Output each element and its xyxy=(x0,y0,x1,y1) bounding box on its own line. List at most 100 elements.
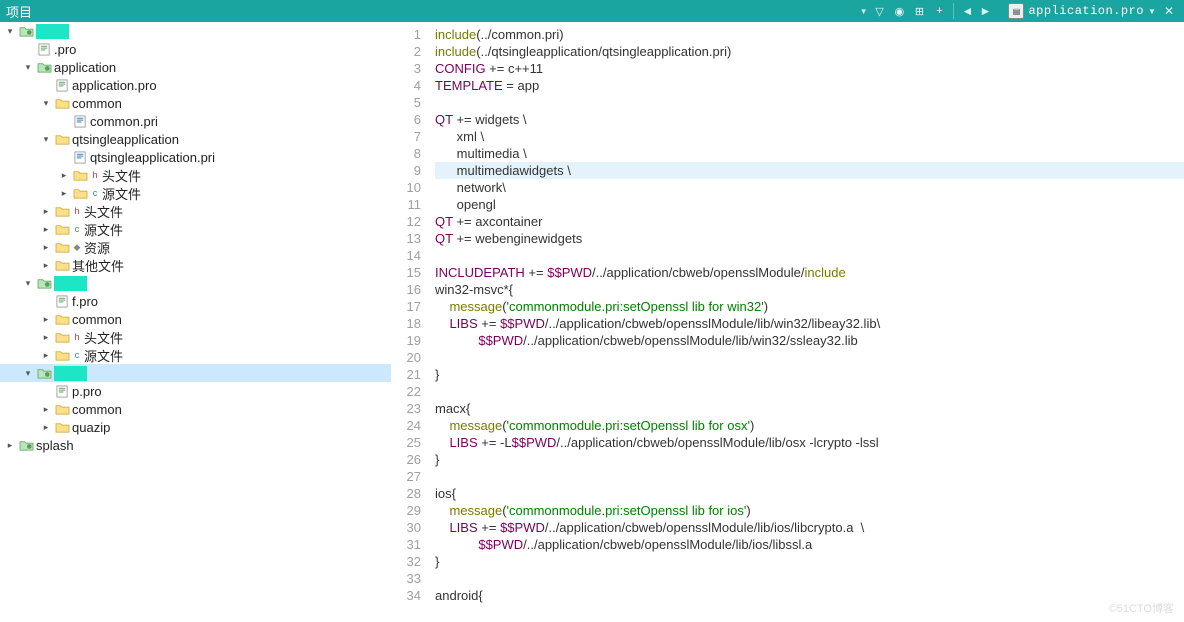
tree-row[interactable]: ▾application xyxy=(0,58,391,76)
collapse-icon[interactable]: ▾ xyxy=(40,134,52,145)
tree-item-label: 其他文件 xyxy=(72,256,124,275)
code-editor[interactable]: 1234567891011121314151617181920212223242… xyxy=(391,22,1184,622)
collapse-icon[interactable]: ▾ xyxy=(22,278,34,289)
expand-icon[interactable]: ▸ xyxy=(40,314,52,325)
code-line[interactable]: multimedia \ xyxy=(435,145,1184,162)
tree-row[interactable]: ▸common xyxy=(0,400,391,418)
tree-row[interactable]: ▸h头文件 xyxy=(0,328,391,346)
folder-icon xyxy=(54,240,70,254)
tree-row[interactable]: ▸application.pro xyxy=(0,76,391,94)
code-line[interactable]: } xyxy=(435,451,1184,468)
code-line[interactable]: } xyxy=(435,366,1184,383)
code-line[interactable]: include(../qtsingleapplication/qtsinglea… xyxy=(435,43,1184,60)
expand-icon[interactable]: ▸ xyxy=(40,206,52,217)
expand-icon[interactable]: ▸ xyxy=(40,242,52,253)
code-line[interactable]: multimediawidgets \ xyxy=(435,162,1184,179)
nav-forward-icon[interactable]: ► xyxy=(978,4,992,18)
code-line[interactable]: LIBS += $$PWD/../application/cbweb/opens… xyxy=(435,519,1184,536)
expand-icon[interactable]: ▸ xyxy=(58,170,70,181)
tree-item-label: application.pro xyxy=(72,78,157,93)
code-line[interactable]: message('commonmodule.pri:setOpenssl lib… xyxy=(435,502,1184,519)
nav-back-icon[interactable]: ◄ xyxy=(960,4,974,18)
expand-icon[interactable]: ▸ xyxy=(40,422,52,433)
split-icon[interactable]: ⊞ xyxy=(911,3,927,19)
collapse-icon[interactable]: ▾ xyxy=(22,62,34,73)
code-line[interactable] xyxy=(435,468,1184,485)
collapse-icon[interactable]: ▾ xyxy=(22,368,34,379)
line-gutter: 1234567891011121314151617181920212223242… xyxy=(391,22,427,622)
code-line[interactable]: $$PWD/../application/cbweb/opensslModule… xyxy=(435,332,1184,349)
code-line[interactable]: ios{ xyxy=(435,485,1184,502)
active-file-name[interactable]: application.pro xyxy=(1028,4,1144,18)
tree-item-label: common xyxy=(72,96,122,111)
project-dropdown-icon[interactable]: ▼ xyxy=(860,7,868,16)
tree-row[interactable]: ▾qtsingleapplication xyxy=(0,130,391,148)
code-line[interactable]: QT += webenginewidgets xyxy=(435,230,1184,247)
sync-icon[interactable]: ◉ xyxy=(891,3,907,19)
tree-row[interactable]: ▸h头文件 xyxy=(0,202,391,220)
code-line[interactable]: win32-msvc*{ xyxy=(435,281,1184,298)
code-line[interactable]: } xyxy=(435,553,1184,570)
expand-icon[interactable]: ▸ xyxy=(40,404,52,415)
project-tree[interactable]: ▾ ▸.pro▾application▸application.pro▾comm… xyxy=(0,22,391,622)
project-icon xyxy=(36,366,52,380)
code-line[interactable]: opengl xyxy=(435,196,1184,213)
tree-row[interactable]: ▾ xyxy=(0,364,391,382)
tree-row[interactable]: ▸splash xyxy=(0,436,391,454)
add-icon[interactable]: + xyxy=(931,3,947,19)
tree-row[interactable]: ▾ xyxy=(0,274,391,292)
expand-icon[interactable]: ▸ xyxy=(4,440,16,451)
tree-row[interactable]: ▸common.pri xyxy=(0,112,391,130)
code-line[interactable]: QT += widgets \ xyxy=(435,111,1184,128)
filter-icon[interactable]: ▽ xyxy=(871,3,887,19)
expand-icon[interactable]: ▸ xyxy=(40,332,52,343)
expand-icon[interactable]: ▸ xyxy=(58,188,70,199)
code-line[interactable]: LIBS += -L$$PWD/../application/cbweb/ope… xyxy=(435,434,1184,451)
tree-row[interactable]: ▸p.pro xyxy=(0,382,391,400)
code-line[interactable]: message('commonmodule.pri:setOpenssl lib… xyxy=(435,298,1184,315)
tree-row[interactable]: ▸ c源文件 xyxy=(0,346,391,364)
code-line[interactable]: network\ xyxy=(435,179,1184,196)
code-area[interactable]: include(../common.pri)include(../qtsingl… xyxy=(427,22,1184,622)
tree-row[interactable]: ▸◆资源 xyxy=(0,238,391,256)
tree-row[interactable]: ▸common xyxy=(0,310,391,328)
tree-item-label: 源文件 xyxy=(84,346,123,365)
code-line[interactable] xyxy=(435,94,1184,111)
file-dropdown-icon[interactable]: ▼ xyxy=(1148,7,1156,16)
source-badge-icon: c xyxy=(72,350,82,360)
collapse-icon[interactable]: ▾ xyxy=(40,98,52,109)
tree-row[interactable]: ▸.pro xyxy=(0,40,391,58)
tree-row[interactable]: ▸h头文件 xyxy=(0,166,391,184)
code-line[interactable]: QT += axcontainer xyxy=(435,213,1184,230)
code-line[interactable] xyxy=(435,570,1184,587)
tree-row[interactable]: ▸c源文件 xyxy=(0,184,391,202)
tree-row[interactable]: ▸quazip xyxy=(0,418,391,436)
tree-row[interactable]: ▸ 其他文件 xyxy=(0,256,391,274)
code-line[interactable]: TEMPLATE = app xyxy=(435,77,1184,94)
folder-icon xyxy=(54,312,70,326)
code-line[interactable]: message('commonmodule.pri:setOpenssl lib… xyxy=(435,417,1184,434)
code-line[interactable]: CONFIG += c++11 xyxy=(435,60,1184,77)
expand-icon[interactable]: ▸ xyxy=(40,350,52,361)
code-line[interactable] xyxy=(435,349,1184,366)
resource-badge-icon: ◆ xyxy=(72,242,82,252)
code-line[interactable]: include(../common.pri) xyxy=(435,26,1184,43)
code-line[interactable] xyxy=(435,383,1184,400)
project-icon xyxy=(18,24,34,38)
code-line[interactable]: LIBS += $$PWD/../application/cbweb/opens… xyxy=(435,315,1184,332)
code-line[interactable]: android{ xyxy=(435,587,1184,604)
code-line[interactable]: xml \ xyxy=(435,128,1184,145)
code-line[interactable] xyxy=(435,247,1184,264)
expand-icon[interactable]: ▸ xyxy=(40,224,52,235)
tree-row[interactable]: ▸c源文件 xyxy=(0,220,391,238)
tree-row[interactable]: ▸f.pro xyxy=(0,292,391,310)
code-line[interactable]: INCLUDEPATH += $$PWD/../application/cbwe… xyxy=(435,264,1184,281)
collapse-icon[interactable]: ▾ xyxy=(4,26,16,37)
tree-row[interactable]: ▾ common xyxy=(0,94,391,112)
expand-icon[interactable]: ▸ xyxy=(40,260,52,271)
tree-row[interactable]: ▾ xyxy=(0,22,391,40)
code-line[interactable]: $$PWD/../application/cbweb/opensslModule… xyxy=(435,536,1184,553)
close-tab-icon[interactable]: ✕ xyxy=(1160,4,1178,18)
code-line[interactable]: macx{ xyxy=(435,400,1184,417)
tree-row[interactable]: ▸qtsingleapplication.pri xyxy=(0,148,391,166)
